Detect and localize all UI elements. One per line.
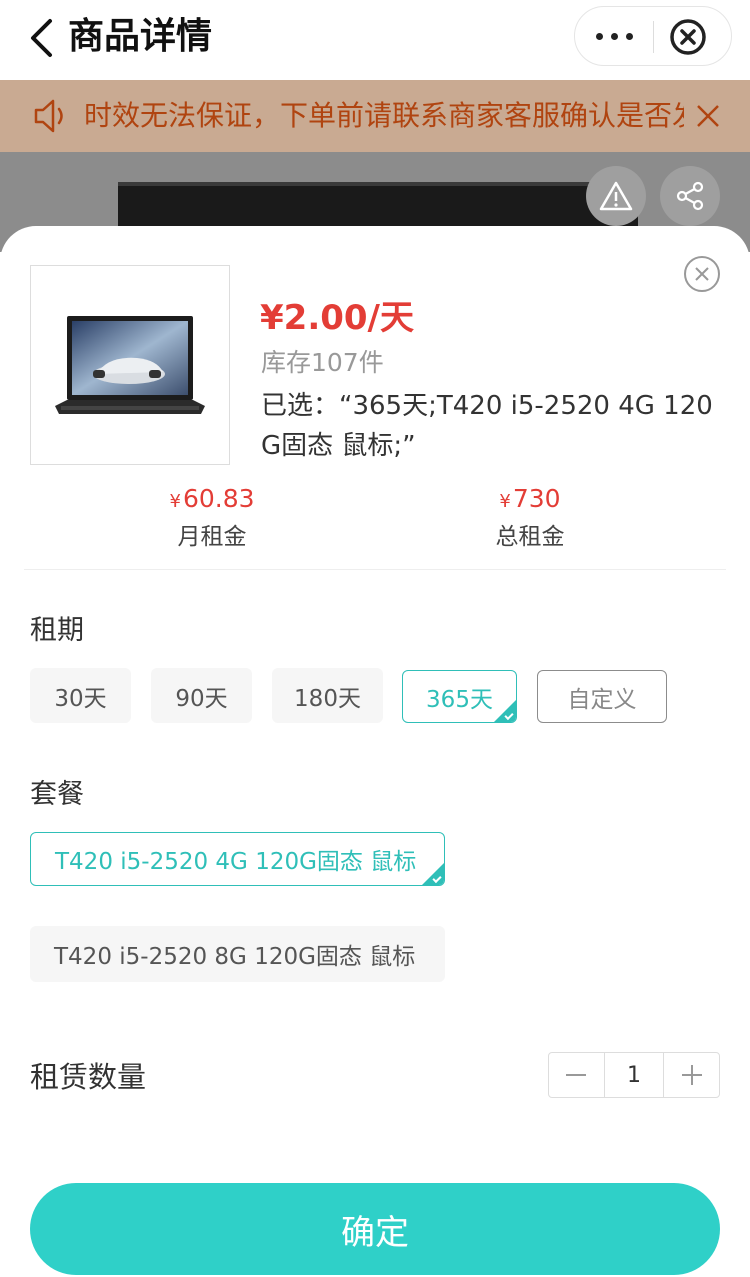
back-button[interactable] xyxy=(28,14,64,62)
selected-spec: 已选：“365天;T420 i5-2520 4G 120G固态 鼠标;” xyxy=(261,391,713,461)
share-icon xyxy=(676,181,704,211)
chevron-left-icon xyxy=(31,19,52,57)
package-title: 套餐 xyxy=(30,779,84,810)
plus-icon xyxy=(681,1065,702,1085)
currency-symbol: ¥ xyxy=(169,491,181,512)
package-option-8g[interactable]: T420 i5-2520 8G 120G固态 鼠标 xyxy=(30,926,445,982)
laptop-image xyxy=(55,316,205,414)
sku-selector-sheet: ¥2.00/天 库存107件 已选：“365天;T420 i5-2520 4G … xyxy=(0,226,750,1277)
decrement-button[interactable] xyxy=(549,1053,604,1097)
rent-summary: ¥60.83 月租金 ¥730 总租金 xyxy=(0,484,750,554)
warning-icon xyxy=(599,181,633,211)
page-title: 商品详情 xyxy=(68,16,213,57)
mini-program-capsule xyxy=(574,6,732,66)
period-option-180[interactable]: 180天 xyxy=(272,668,383,723)
close-icon xyxy=(697,105,719,127)
package-option-4g-selected[interactable]: T420 i5-2520 4G 120G固态 鼠标 xyxy=(30,832,445,886)
monthly-rent-value: 60.83 xyxy=(182,484,255,513)
confirm-button[interactable]: 确定 xyxy=(30,1183,720,1275)
close-circle-icon xyxy=(670,19,706,55)
capsule-divider xyxy=(653,21,654,53)
stock-count: 库存107件 xyxy=(261,348,384,377)
total-rent: ¥730 总租金 xyxy=(410,484,650,555)
monthly-rent: ¥60.83 月租金 xyxy=(92,484,332,555)
monthly-rent-label: 月租金 xyxy=(177,524,247,550)
product-thumbnail xyxy=(30,265,230,465)
quantity-label: 租赁数量 xyxy=(30,1060,147,1094)
divider xyxy=(24,569,726,570)
close-miniprogram-button[interactable] xyxy=(669,18,707,56)
rental-period-title: 租期 xyxy=(30,615,84,646)
report-button[interactable] xyxy=(586,166,646,226)
quantity-stepper: 1 xyxy=(548,1052,720,1098)
notice-text: 时效无法保证，下单前请联系商家客服确认是否发货 xyxy=(84,99,684,132)
increment-button[interactable] xyxy=(664,1053,719,1097)
total-rent-value: 730 xyxy=(512,484,561,513)
currency-symbol: ¥ xyxy=(499,491,511,512)
period-option-label: 365天 xyxy=(426,686,493,713)
speaker-icon xyxy=(32,96,70,136)
period-option-custom[interactable]: 自定义 xyxy=(537,670,667,723)
sheet-close-button[interactable] xyxy=(683,255,721,293)
share-button[interactable] xyxy=(660,166,720,226)
more-dots-icon xyxy=(595,32,603,40)
total-rent-label: 总租金 xyxy=(495,524,565,550)
selected-corner xyxy=(422,863,444,885)
selected-corner xyxy=(494,700,516,722)
minus-icon xyxy=(566,1074,587,1076)
more-button[interactable] xyxy=(575,7,653,65)
notice-bar: 时效无法保证，下单前请联系商家客服确认是否发货 xyxy=(0,80,750,152)
close-circle-icon xyxy=(684,256,720,292)
package-option-label: T420 i5-2520 4G 120G固态 鼠标 xyxy=(55,849,417,875)
top-nav-bar: 商品详情 xyxy=(0,0,750,80)
period-option-90[interactable]: 90天 xyxy=(151,668,252,723)
notice-close-button[interactable] xyxy=(694,102,722,130)
price-per-day: ¥2.00/天 xyxy=(260,298,414,338)
quantity-input[interactable]: 1 xyxy=(603,1053,665,1097)
period-option-30[interactable]: 30天 xyxy=(30,668,131,723)
period-option-365-selected[interactable]: 365天 xyxy=(402,670,517,723)
